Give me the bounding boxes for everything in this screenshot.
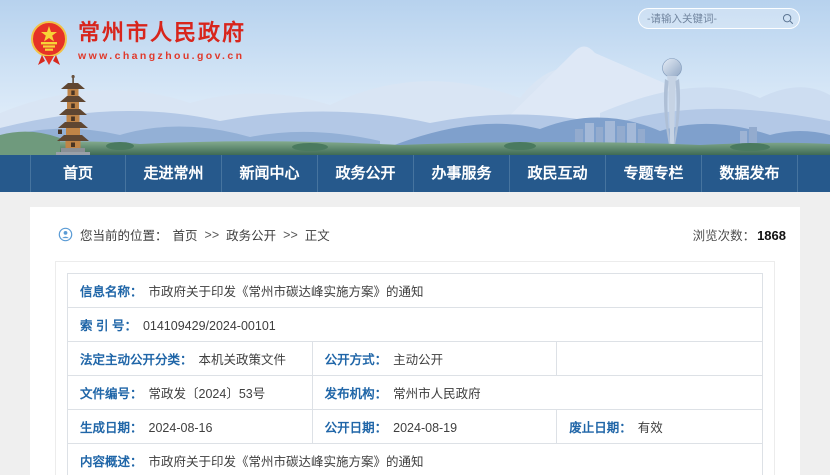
nav-item-data[interactable]: 数据发布 xyxy=(702,155,798,192)
breadcrumb-current: 正文 xyxy=(305,225,330,244)
info-name-value: 市政府关于印发《常州市碳达峰实施方案》的通知 xyxy=(149,285,424,299)
breadcrumb-link-gov-info[interactable]: 政务公开 xyxy=(226,225,276,244)
breadcrumb-prefix: 您当前的位置： xyxy=(80,225,168,244)
site-title-group: 常州市人民政府 www.changzhou.gov.cn xyxy=(78,20,246,62)
view-counter: 浏览次数：1868 xyxy=(693,225,786,244)
site-header: 常州市人民政府 www.changzhou.gov.cn xyxy=(0,0,830,155)
table-row: 生成日期： 2024-08-16 公开日期： 2024-08-19 废止日期： 有效 xyxy=(68,410,763,444)
doc-no-label: 文件编号： xyxy=(80,387,143,401)
nav-item-about[interactable]: 走进常州 xyxy=(126,155,222,192)
cell-create-date: 生成日期： 2024-08-16 xyxy=(68,410,313,444)
open-method-label: 公开方式： xyxy=(325,353,388,367)
location-icon xyxy=(58,227,73,242)
create-date-label: 生成日期： xyxy=(80,421,143,435)
cell-legal-category: 法定主动公开分类： 本机关政策文件 xyxy=(68,342,313,376)
nav-item-news[interactable]: 新闻中心 xyxy=(222,155,318,192)
search-box[interactable] xyxy=(638,8,800,29)
document-meta-table: 信息名称： 市政府关于印发《常州市碳达峰实施方案》的通知 索 引 号： 014109… xyxy=(67,273,763,475)
publisher-label: 发布机构： xyxy=(325,387,388,401)
index-no-value: 014109429/2024-00101 xyxy=(143,319,276,333)
open-date-label: 公开日期： xyxy=(325,421,388,435)
expiry-date-value: 有效 xyxy=(638,421,663,435)
search-icon[interactable] xyxy=(782,13,794,25)
open-date-value: 2024-08-19 xyxy=(393,421,457,435)
content-card: 您当前的位置： 首页 >> 政务公开 >> 正文 浏览次数：1868 信息名称：… xyxy=(30,207,800,475)
nav-item-topics[interactable]: 专题专栏 xyxy=(606,155,702,192)
cell-open-date: 公开日期： 2024-08-19 xyxy=(312,410,557,444)
nav-item-interact[interactable]: 政民互动 xyxy=(510,155,606,192)
nav-item-home[interactable]: 首页 xyxy=(30,155,126,192)
breadcrumb-bar: 您当前的位置： 首页 >> 政务公开 >> 正文 浏览次数：1868 xyxy=(30,207,800,244)
site-title: 常州市人民政府 xyxy=(78,20,246,46)
cell-expiry-date: 废止日期： 有效 xyxy=(557,410,763,444)
create-date-value: 2024-08-16 xyxy=(149,421,213,435)
search-input[interactable] xyxy=(647,13,782,25)
summary-value: 市政府关于印发《常州市碳达峰实施方案》的通知 xyxy=(149,455,424,469)
breadcrumb: 您当前的位置： 首页 >> 政务公开 >> 正文 xyxy=(58,225,330,244)
cell-publisher: 发布机构： 常州市人民政府 xyxy=(312,376,762,410)
site-url: www.changzhou.gov.cn xyxy=(78,50,246,62)
nav-item-services[interactable]: 办事服务 xyxy=(414,155,510,192)
cell-info-name: 信息名称： 市政府关于印发《常州市碳达峰实施方案》的通知 xyxy=(68,274,763,308)
info-name-label: 信息名称： xyxy=(80,285,143,299)
publisher-value: 常州市人民政府 xyxy=(393,387,481,401)
table-row: 信息名称： 市政府关于印发《常州市碳达峰实施方案》的通知 xyxy=(68,274,763,308)
site-logo[interactable]: 常州市人民政府 www.changzhou.gov.cn xyxy=(30,20,246,66)
legal-category-label: 法定主动公开分类： xyxy=(80,353,193,367)
table-row: 索 引 号： 014109429/2024-00101 xyxy=(68,308,763,342)
table-row: 内容概述： 市政府关于印发《常州市碳达峰实施方案》的通知 xyxy=(68,444,763,475)
legal-category-value: 本机关政策文件 xyxy=(199,353,287,367)
views-count: 1868 xyxy=(757,228,786,243)
cell-summary: 内容概述： 市政府关于印发《常州市碳达峰实施方案》的通知 xyxy=(68,444,763,475)
cell-index-no: 索 引 号： 014109429/2024-00101 xyxy=(68,308,763,342)
national-emblem-icon xyxy=(30,20,68,66)
breadcrumb-separator: >> xyxy=(283,228,298,242)
empty-cell xyxy=(557,342,763,376)
open-method-value: 主动公开 xyxy=(393,353,443,367)
views-label: 浏览次数： xyxy=(693,229,756,243)
cell-open-method: 公开方式： 主动公开 xyxy=(312,342,557,376)
table-row: 文件编号： 常政发〔2024〕53号 发布机构： 常州市人民政府 xyxy=(68,376,763,410)
breadcrumb-separator: >> xyxy=(205,228,220,242)
nav-item-gov-info[interactable]: 政务公开 xyxy=(318,155,414,192)
document-meta-panel: 信息名称： 市政府关于印发《常州市碳达峰实施方案》的通知 索 引 号： 014109… xyxy=(55,261,775,475)
doc-no-value: 常政发〔2024〕53号 xyxy=(149,387,266,401)
main-nav: 首页 走进常州 新闻中心 政务公开 办事服务 政民互动 专题专栏 数据发布 xyxy=(0,155,830,192)
expiry-date-label: 废止日期： xyxy=(569,421,632,435)
table-row: 法定主动公开分类： 本机关政策文件 公开方式： 主动公开 xyxy=(68,342,763,376)
content-area: 您当前的位置： 首页 >> 政务公开 >> 正文 浏览次数：1868 信息名称：… xyxy=(0,192,830,475)
summary-label: 内容概述： xyxy=(80,455,143,469)
cell-doc-no: 文件编号： 常政发〔2024〕53号 xyxy=(68,376,313,410)
index-no-label: 索 引 号： xyxy=(80,319,137,333)
breadcrumb-link-home[interactable]: 首页 xyxy=(173,225,198,244)
